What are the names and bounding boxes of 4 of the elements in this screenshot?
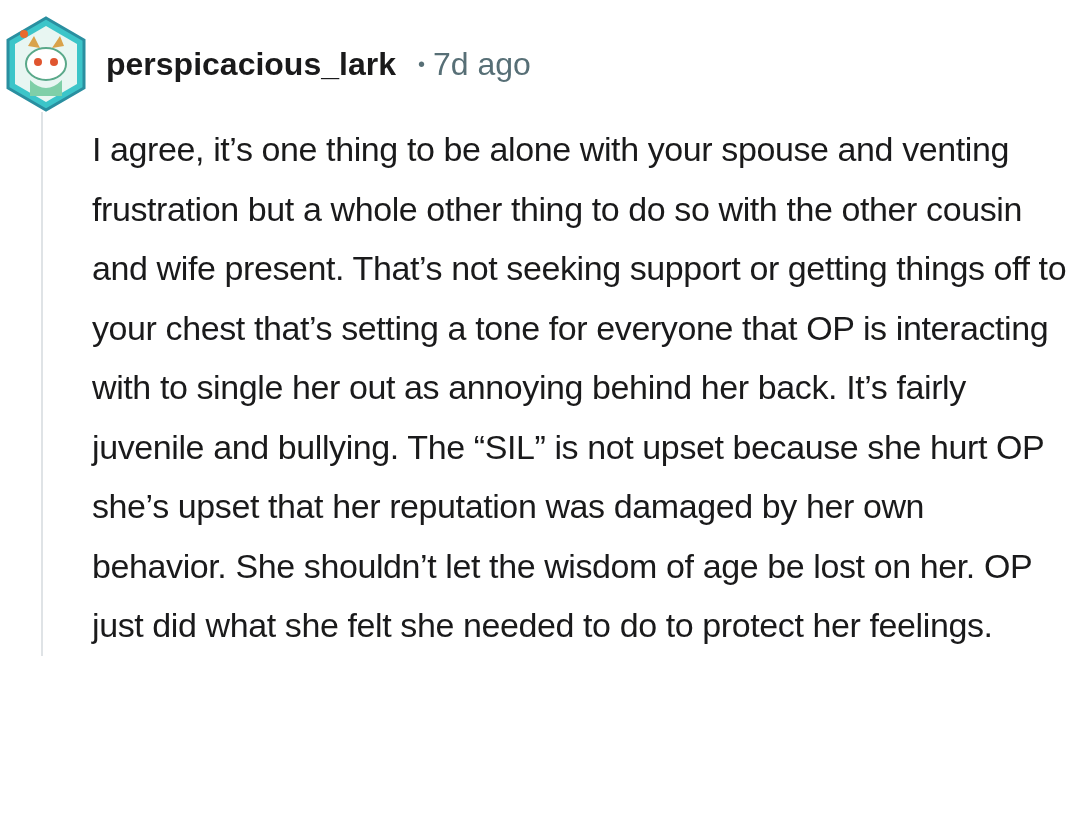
comment-text: I agree, it’s one thing to be alone with your spouse and venting frustration but a whole other thing to do so with the other cousin and wife present. That’s not seeking support or getting things off to your chest that’s setting a tone for everyone that OP is interacting with to single her out as annoying behind her back. It’s fairly juvenile and bullying. The “SIL” is not upset because she hurt OP she’s upset that her reputation was damaged by her own behavior. She shouldn’t let the wisdom of age be lost on her. OP just did what she felt she needed to do to protect her feelings. (92, 129, 1067, 646)
separator: • (417, 52, 425, 76)
timestamp: 7d ago (432, 45, 531, 83)
username[interactable]: perspicacious_lark (106, 45, 396, 83)
